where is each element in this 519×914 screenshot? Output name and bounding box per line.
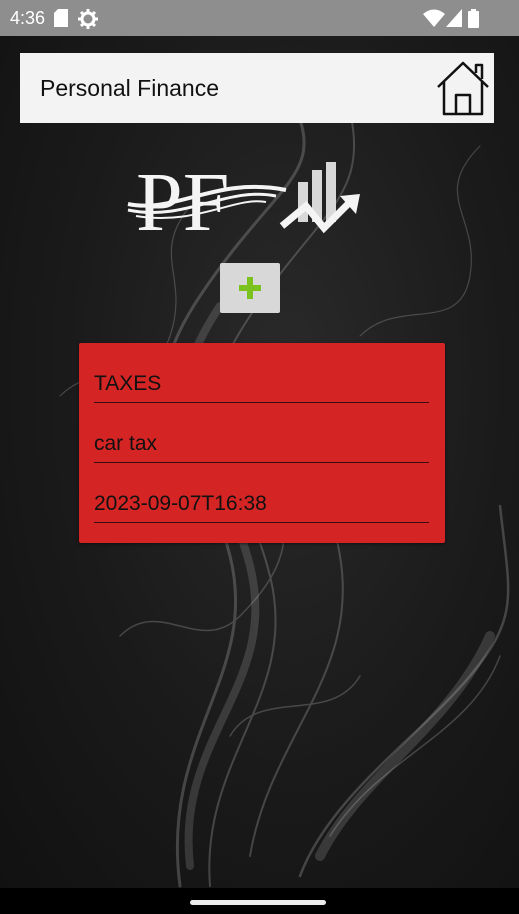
settings-gear-icon [78, 9, 98, 29]
signal-icon [446, 9, 462, 27]
app-bar: Personal Finance [20, 53, 494, 123]
navigation-bar [0, 888, 519, 914]
category-field[interactable]: TAXES [94, 363, 429, 403]
screen: 4:36 Personal Finance PF TAXES car tax 2… [0, 0, 519, 914]
wifi-icon [423, 9, 445, 27]
home-icon[interactable] [434, 57, 492, 117]
status-bar: 4:36 [0, 0, 519, 36]
description-field[interactable]: car tax [94, 423, 429, 463]
datetime-field[interactable]: 2023-09-07T16:38 [94, 483, 429, 523]
gesture-handle[interactable] [190, 900, 326, 905]
status-time: 4:36 [10, 8, 46, 28]
add-entry-button[interactable] [220, 263, 280, 313]
datetime-value: 2023-09-07T16:38 [94, 492, 267, 515]
plus-icon [239, 277, 261, 299]
category-value: TAXES [94, 372, 162, 395]
description-value: car tax [94, 432, 158, 455]
sd-card-icon [54, 9, 68, 27]
pf-logo: PF [127, 156, 360, 242]
battery-icon [468, 9, 479, 28]
app-title: Personal Finance [40, 75, 219, 101]
growth-chart-icon [279, 162, 360, 234]
entry-card[interactable]: TAXES car tax 2023-09-07T16:38 [79, 343, 445, 543]
